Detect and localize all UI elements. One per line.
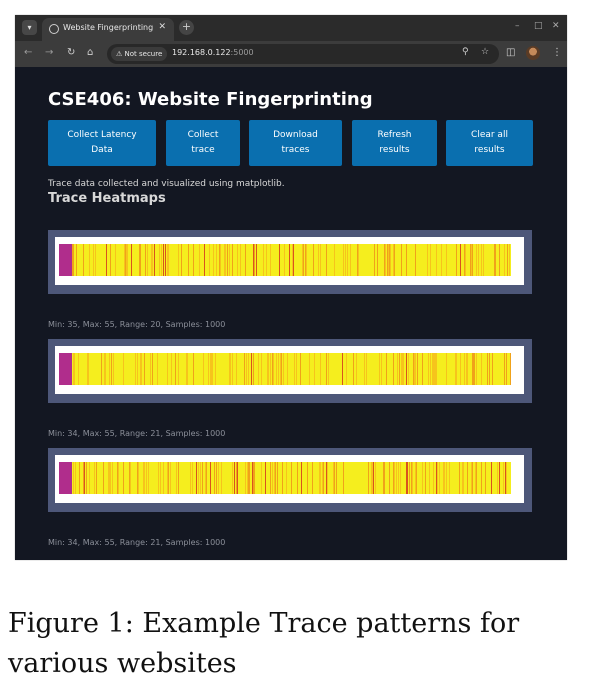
site-info-chip[interactable]: ⚠ Not secure [111,47,168,61]
address-bar[interactable]: ⚠ Not secure 192.168.0.122:5000 ⚲ ☆ [107,44,499,64]
collect-latency-button[interactable]: Collect Latency Data [48,120,156,166]
url-text: 192.168.0.122:5000 [172,48,254,57]
info-text: Trace data collected and visualized usin… [48,179,285,189]
browser-toolbar: ← → ↻ ⌂ ⚠ Not secure 192.168.0.122:5000 … [15,41,567,67]
download-traces-button[interactable]: Download traces [249,120,342,166]
tab-title: Website Fingerprinting [63,23,154,32]
extensions-icon[interactable]: ◫ [506,47,515,58]
button-line: results [379,145,410,155]
clear-results-button[interactable]: Clear all results [446,120,533,166]
close-window-icon[interactable]: ✕ [552,21,560,31]
button-line: Data [91,145,113,155]
heatmap-image [59,462,511,494]
trace-heatmap [48,339,532,403]
browser-window: ▾ Website Fingerprinting ✕ + – □ ✕ ← → ↻… [15,15,567,560]
bookmark-star-icon[interactable]: ☆ [481,47,489,57]
url-port: :5000 [230,48,254,57]
heatmap-stats: Min: 34, Max: 55, Range: 21, Samples: 10… [48,429,226,438]
menu-kebab-icon[interactable]: ⋮ [552,47,562,58]
maximize-icon[interactable]: □ [534,21,543,31]
home-icon[interactable]: ⌂ [87,47,93,58]
forward-icon[interactable]: → [45,47,53,58]
reload-icon[interactable]: ↻ [67,47,75,58]
tab-search-button[interactable]: ▾ [22,20,37,35]
button-line: traces [281,145,310,155]
button-line: Clear all [471,130,508,140]
heatmap-image [59,244,511,276]
warning-icon: ⚠ [116,50,125,58]
button-line: Collect [187,130,219,140]
trace-heatmap [48,230,532,294]
browser-tab[interactable]: Website Fingerprinting ✕ [42,18,174,41]
button-line: trace [191,145,215,155]
tab-bar: ▾ Website Fingerprinting ✕ + – □ ✕ [15,15,567,41]
button-line: Refresh [377,130,412,140]
not-secure-label: Not secure [124,50,163,58]
profile-avatar[interactable] [526,46,540,60]
minimize-icon[interactable]: – [515,21,520,31]
back-icon[interactable]: ← [24,47,32,58]
button-line: results [474,145,505,155]
page-content: CSE406: Website Fingerprinting Collect L… [15,67,567,560]
new-tab-button[interactable]: + [179,20,194,35]
collect-trace-button[interactable]: Collect trace [166,120,240,166]
button-line: Download [273,130,318,140]
heatmap-stats: Min: 35, Max: 55, Range: 20, Samples: 10… [48,320,226,329]
url-host: 192.168.0.122 [172,48,231,57]
heatmap-image [59,353,511,385]
refresh-results-button[interactable]: Refresh results [352,120,437,166]
globe-icon [49,24,59,34]
page-title: CSE406: Website Fingerprinting [48,89,373,110]
section-title: Trace Heatmaps [48,191,166,206]
button-line: Collect Latency [67,130,137,140]
trace-heatmap [48,448,532,512]
zoom-icon[interactable]: ⚲ [462,47,469,57]
close-tab-icon[interactable]: ✕ [158,22,166,32]
heatmap-stats: Min: 34, Max: 55, Range: 21, Samples: 10… [48,538,226,547]
figure-caption: Figure 1: Example Trace patterns for var… [8,608,520,679]
